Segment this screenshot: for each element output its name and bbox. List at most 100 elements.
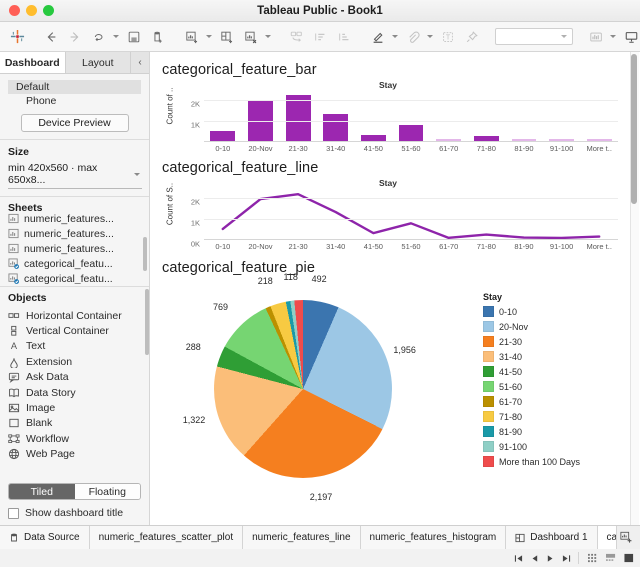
legend-item[interactable]: 0-10 (483, 304, 580, 319)
sheets-list[interactable]: numeric_features... numeric_features... nu… (8, 211, 141, 284)
sort-ascending-icon[interactable] (309, 26, 331, 48)
sheets-scrollbar[interactable] (143, 237, 147, 271)
object-item[interactable]: Image (8, 400, 141, 415)
bar-cell[interactable] (580, 90, 618, 141)
bar-cell[interactable] (505, 90, 543, 141)
pie-slices[interactable] (214, 300, 392, 478)
bar-cell[interactable] (392, 90, 430, 141)
next-page-icon[interactable] (543, 551, 558, 565)
bar-cell[interactable] (242, 90, 280, 141)
bar[interactable] (360, 135, 386, 141)
sheet-tab[interactable]: Data Source (0, 526, 90, 549)
text-icon[interactable]: T (437, 26, 459, 48)
bar-cell[interactable] (317, 90, 355, 141)
new-worksheet-icon[interactable] (181, 26, 203, 48)
last-page-icon[interactable] (559, 551, 574, 565)
sheet-tab[interactable]: categor (597, 526, 617, 549)
bar-cell[interactable] (430, 90, 468, 141)
legend-item[interactable]: 21-30 (483, 334, 580, 349)
attachment-icon[interactable] (402, 26, 424, 48)
previous-page-icon[interactable] (527, 551, 542, 565)
object-item[interactable]: Ask Data (8, 370, 141, 385)
sheet-tab[interactable]: numeric_features_histogram (360, 526, 507, 549)
line-series[interactable] (204, 188, 618, 239)
highlight-icon[interactable] (367, 26, 389, 48)
sheet-item[interactable]: numeric_features... (8, 211, 141, 226)
bar[interactable] (473, 136, 499, 141)
dashboard-canvas[interactable]: categorical_feature_bar Stay Count of ..… (150, 52, 640, 525)
new-data-source-icon[interactable] (147, 26, 169, 48)
forward-icon[interactable] (64, 26, 86, 48)
new-worksheet-dropdown-icon[interactable] (206, 35, 212, 38)
sheet-item[interactable]: categorical_featu... (8, 271, 141, 284)
legend-item[interactable]: 71-80 (483, 409, 580, 424)
show-filmstrip-icon[interactable] (585, 551, 600, 565)
bar-cell[interactable] (355, 90, 393, 141)
device-preview-button[interactable]: Device Preview (20, 114, 129, 132)
bar[interactable] (323, 113, 349, 141)
undo-icon[interactable] (88, 26, 110, 48)
size-dropdown[interactable]: min 420x560 · max 650x8... (8, 162, 142, 189)
bar-chart[interactable]: Stay Count of .. 0-10 20-Nov 21-30 31-40 41-… (158, 80, 618, 158)
show-sheet-icon[interactable] (621, 551, 636, 565)
show-me-dropdown-icon[interactable] (610, 35, 616, 38)
show-dashboard-title-row[interactable]: Show dashboard title (8, 507, 141, 519)
object-item[interactable]: Extension (8, 354, 141, 369)
bar-cell[interactable] (279, 90, 317, 141)
minimize-window-icon[interactable] (26, 5, 37, 16)
tab-layout[interactable]: Layout (65, 52, 131, 73)
attachment-dropdown-icon[interactable] (427, 35, 433, 38)
sheet-tab[interactable]: Dashboard 1 (506, 526, 598, 549)
page-nav-group[interactable] (511, 551, 640, 565)
new-worksheet-icon[interactable] (617, 527, 637, 549)
show-sheet-sorter-icon[interactable] (603, 551, 618, 565)
legend-item[interactable]: 51-60 (483, 379, 580, 394)
new-dashboard-icon[interactable] (637, 527, 640, 549)
legend-item[interactable]: 91-100 (483, 439, 580, 454)
bar[interactable] (511, 139, 537, 141)
window-controls[interactable] (0, 5, 54, 16)
device-item-phone[interactable]: Phone (8, 94, 141, 108)
bar-cell[interactable] (204, 90, 242, 141)
pin-icon[interactable] (461, 26, 483, 48)
legend-item[interactable]: 31-40 (483, 349, 580, 364)
bar[interactable] (586, 138, 612, 141)
close-window-icon[interactable] (9, 5, 20, 16)
pie-chart[interactable]: 492 1,956 2,197 1,322 288 769 218 118 Stay 0-10… (158, 272, 628, 502)
fit-dropdown[interactable] (495, 28, 573, 45)
duplicate-icon[interactable] (285, 26, 307, 48)
tiled-button[interactable]: Tiled (9, 484, 75, 499)
legend-item[interactable]: 41-50 (483, 364, 580, 379)
sheet-item[interactable]: numeric_features... (8, 241, 141, 256)
legend-item[interactable]: 81-90 (483, 424, 580, 439)
object-item[interactable]: Data Story (8, 385, 141, 400)
device-item-default[interactable]: Default (8, 80, 141, 94)
layout-mode-toggle[interactable]: Tiled Floating (8, 483, 141, 500)
bar[interactable] (210, 130, 236, 141)
sheet-tabs[interactable]: Data Source numeric_features_scatter_plot… (0, 526, 640, 549)
legend-item[interactable]: 20-Nov (483, 319, 580, 334)
legend-item[interactable]: More than 100 Days (483, 454, 580, 469)
canvas-scroll-thumb[interactable] (631, 54, 637, 204)
maximize-window-icon[interactable] (43, 5, 54, 16)
bar[interactable] (436, 139, 462, 141)
show-dashboard-title-checkbox[interactable] (8, 507, 19, 519)
object-item[interactable]: Vertical Container (8, 323, 141, 338)
sort-descending-icon[interactable] (333, 26, 355, 48)
back-icon[interactable] (40, 26, 62, 48)
object-item[interactable]: Workflow (8, 431, 141, 446)
objects-scrollbar[interactable] (145, 289, 149, 355)
first-page-icon[interactable] (511, 551, 526, 565)
sheet-item[interactable]: categorical_featu... (8, 256, 141, 271)
sheet-tab[interactable]: numeric_features_line (243, 526, 361, 549)
floating-button[interactable]: Floating (74, 484, 140, 499)
highlight-dropdown-icon[interactable] (392, 35, 398, 38)
object-item[interactable]: A Text (8, 339, 141, 354)
bar[interactable] (549, 139, 574, 141)
legend-items[interactable]: 0-10 20-Nov 21-30 31-40 41-50 51-60 61-70 71-80… (483, 304, 580, 469)
tableau-logo-icon[interactable] (6, 26, 28, 48)
bar-cell[interactable] (543, 90, 581, 141)
save-icon[interactable] (123, 26, 145, 48)
bar-cell[interactable] (467, 90, 505, 141)
tab-dashboard[interactable]: Dashboard (0, 52, 66, 73)
